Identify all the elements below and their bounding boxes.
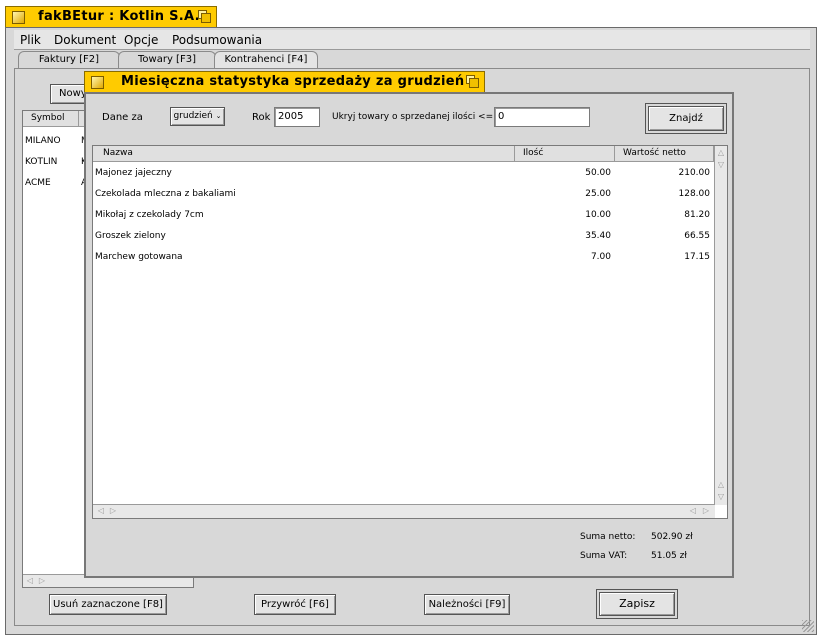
cell-name: Majonez jajeczny: [95, 168, 172, 178]
statistics-dialog: Dane za grudzień ⌄ Rok 2005 Ukryj towary…: [84, 92, 734, 578]
scroll-right-arrow-icon[interactable]: ▷: [700, 505, 712, 517]
scroll-up-arrow-icon[interactable]: △: [715, 147, 727, 159]
sales-table: Nazwa Ilość Wartość netto Majonez jajecz…: [92, 145, 728, 519]
cell-net-value: 210.00: [678, 168, 711, 178]
table-vertical-scrollbar[interactable]: △ ▽ △ ▽: [714, 146, 727, 505]
hide-quantity-input[interactable]: 0: [494, 107, 590, 127]
list-header-symbol[interactable]: Symbol: [23, 111, 79, 127]
column-header-net-value[interactable]: Wartość netto: [615, 146, 714, 162]
main-window-title-tab[interactable]: fakBEtur : Kotlin S.A.: [5, 6, 217, 28]
tab-towary[interactable]: Towary [F3]: [118, 51, 216, 68]
cell-name: Groszek zielony: [95, 231, 166, 241]
cell-net-value: 128.00: [678, 189, 711, 199]
cell-quantity: 35.40: [585, 231, 611, 241]
menu-plik[interactable]: Plik: [20, 33, 41, 47]
menu-opcje[interactable]: Opcje: [124, 33, 158, 47]
data-for-label: Dane za: [102, 112, 143, 123]
cell-quantity: 7.00: [590, 252, 611, 262]
menu-bar: Plik Dokument Opcje Podsumowania: [14, 30, 810, 50]
scroll-down-arrow-icon[interactable]: ▽: [715, 159, 727, 171]
hide-items-label: Ukryj towary o sprzedanej ilości <=: [332, 112, 494, 122]
delete-selected-button[interactable]: Usuń zaznaczone [F8]: [49, 594, 167, 615]
find-button[interactable]: Znajdź: [645, 103, 727, 134]
year-input[interactable]: 2005: [274, 107, 320, 127]
month-dropdown[interactable]: grudzień ⌄: [170, 107, 225, 126]
table-row[interactable]: Marchew gotowana 7.00 17.15: [93, 247, 714, 268]
column-header-quantity[interactable]: Ilość: [515, 146, 615, 162]
scroll-up-arrow-icon[interactable]: △: [715, 479, 727, 491]
scroll-left-arrow-icon[interactable]: ◁: [25, 575, 35, 587]
dialog-close-box-icon[interactable]: [91, 76, 104, 89]
year-label: Rok: [252, 112, 271, 123]
dues-button[interactable]: Należności [F9]: [424, 594, 510, 615]
restore-button[interactable]: Przywróć [F6]: [254, 594, 336, 615]
column-header-name[interactable]: Nazwa: [93, 146, 515, 162]
month-dropdown-value: grudzień: [173, 111, 213, 121]
scroll-right-arrow-icon[interactable]: ▷: [107, 505, 119, 517]
resize-handle-icon[interactable]: [802, 620, 814, 632]
menu-dokument[interactable]: Dokument: [54, 33, 116, 47]
main-window-title: fakBEtur : Kotlin S.A.: [38, 9, 200, 24]
chevron-down-icon: ⌄: [215, 112, 222, 120]
list-item-symbol: KOTLIN: [25, 157, 58, 167]
cell-quantity: 25.00: [585, 189, 611, 199]
dialog-zoom-box-icon[interactable]: [466, 75, 479, 88]
table-horizontal-scrollbar[interactable]: ◁ ▷ ◁ ▷: [93, 504, 715, 518]
cell-net-value: 17.15: [684, 252, 710, 262]
vat-total-label: Suma VAT:: [580, 551, 628, 561]
scroll-left-arrow-icon[interactable]: ◁: [95, 505, 107, 517]
vat-total-value: 51.05 zł: [651, 551, 687, 561]
table-row[interactable]: Majonez jajeczny 50.00 210.00: [93, 163, 714, 184]
scroll-left-arrow-icon[interactable]: ◁: [687, 505, 699, 517]
table-row[interactable]: Groszek zielony 35.40 66.55: [93, 226, 714, 247]
net-total-label: Suma netto:: [580, 532, 636, 542]
tab-kontrahenci[interactable]: Kontrahenci [F4]: [214, 51, 318, 68]
tab-faktury[interactable]: Faktury [F2]: [18, 51, 120, 68]
scroll-right-arrow-icon[interactable]: ▷: [37, 575, 47, 587]
list-item-symbol: MILANO: [25, 136, 61, 146]
save-button[interactable]: Zapisz: [596, 589, 678, 619]
menu-podsumowania[interactable]: Podsumowania: [172, 33, 262, 47]
cell-quantity: 50.00: [585, 168, 611, 178]
net-total-value: 502.90 zł: [651, 532, 693, 542]
table-row[interactable]: Czekolada mleczna z bakaliami 25.00 128.…: [93, 184, 714, 205]
scroll-down-arrow-icon[interactable]: ▽: [715, 491, 727, 503]
cell-net-value: 66.55: [684, 231, 710, 241]
table-row[interactable]: Mikołaj z czekolady 7cm 10.00 81.20: [93, 205, 714, 226]
cell-name: Marchew gotowana: [95, 252, 183, 262]
zoom-box-icon[interactable]: [198, 10, 211, 23]
list-item-symbol: ACME: [25, 178, 51, 188]
cell-name: Czekolada mleczna z bakaliami: [95, 189, 236, 199]
cell-net-value: 81.20: [684, 210, 710, 220]
cell-quantity: 10.00: [585, 210, 611, 220]
cell-name: Mikołaj z czekolady 7cm: [95, 210, 204, 220]
dialog-title-tab[interactable]: Miesięczna statystyka sprzedaży za grudz…: [84, 71, 485, 109]
close-box-icon[interactable]: [12, 11, 25, 24]
